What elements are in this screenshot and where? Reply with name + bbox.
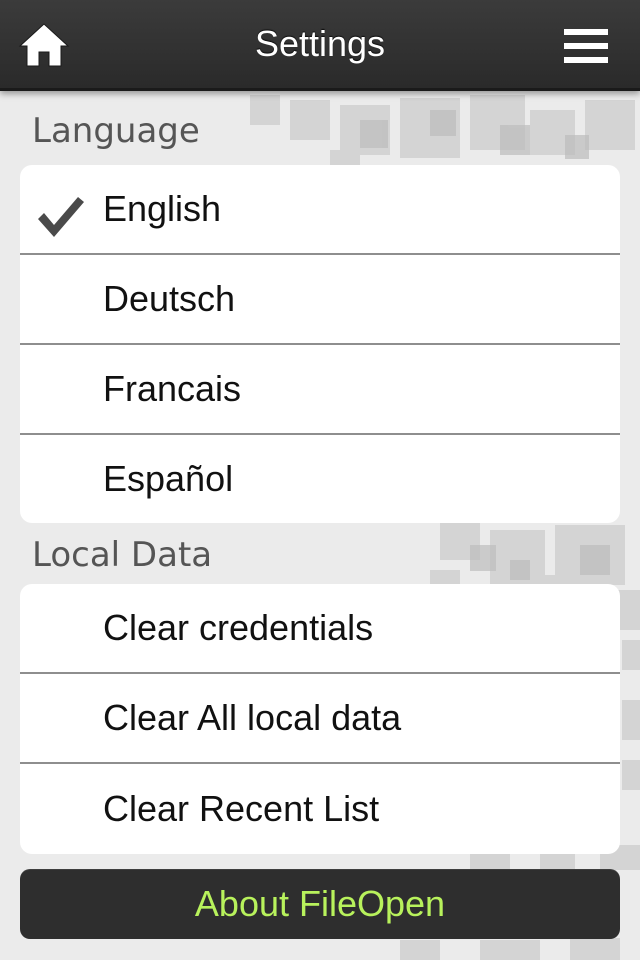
language-label: Francais bbox=[103, 368, 242, 409]
clear-credentials-button[interactable]: Clear credentials bbox=[20, 584, 620, 674]
language-option-english[interactable]: English bbox=[20, 165, 620, 255]
local-data-section-header: Local Data bbox=[32, 535, 213, 575]
page-title: Settings bbox=[254, 23, 386, 64]
language-label: Español bbox=[103, 458, 234, 499]
local-data-label: Clear credentials bbox=[103, 607, 374, 648]
hamburger-menu-icon bbox=[564, 29, 608, 63]
about-fileopen-button[interactable]: About FileOpen bbox=[20, 869, 620, 939]
language-option-espanol[interactable]: Español bbox=[20, 435, 620, 523]
menu-button[interactable] bbox=[554, 18, 618, 74]
local-data-list: Clear credentials Clear All local data C… bbox=[20, 584, 620, 854]
checkmark-icon bbox=[38, 197, 84, 237]
language-option-francais[interactable]: Francais bbox=[20, 345, 620, 435]
navigation-bar: Settings bbox=[0, 0, 640, 91]
clear-all-local-data-button[interactable]: Clear All local data bbox=[20, 674, 620, 764]
language-label: Deutsch bbox=[103, 278, 236, 319]
language-section-header: Language bbox=[32, 111, 200, 151]
language-list: English Deutsch Francais Español bbox=[20, 165, 620, 523]
local-data-label: Clear All local data bbox=[103, 697, 402, 738]
clear-recent-list-button[interactable]: Clear Recent List bbox=[20, 764, 620, 854]
local-data-label: Clear Recent List bbox=[103, 788, 380, 829]
language-label: English bbox=[103, 188, 222, 229]
language-option-deutsch[interactable]: Deutsch bbox=[20, 255, 620, 345]
